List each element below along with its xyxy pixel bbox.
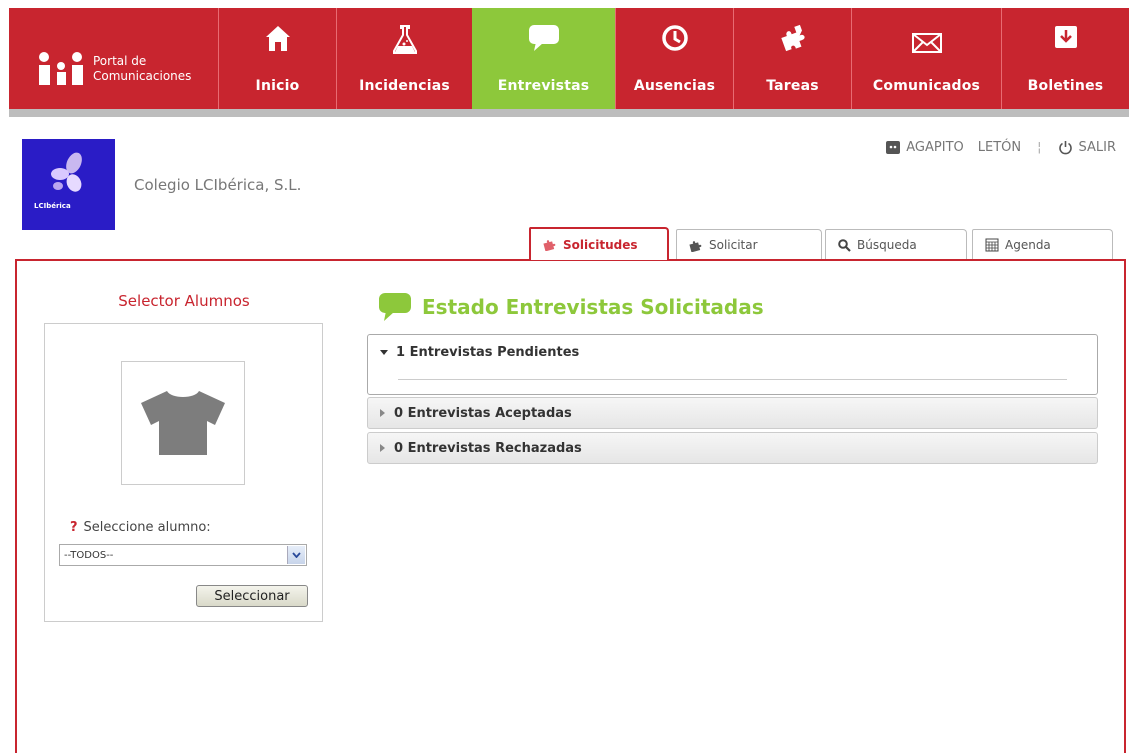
user-icon — [886, 141, 901, 154]
section-title-text: Estado Entrevistas Solicitadas — [422, 295, 764, 319]
nav-incidencias-label: Incidencias — [359, 78, 450, 94]
accordion-rechazadas-label: 0 Entrevistas Rechazadas — [394, 440, 582, 456]
student-photo — [121, 361, 245, 485]
brand-line-2: Comunicaciones — [93, 69, 192, 83]
brand-line-1: Portal de — [93, 54, 147, 68]
portal-logo[interactable]: Portal de Comunicaciones — [9, 8, 219, 109]
nav-tareas-label: Tareas — [766, 78, 819, 94]
nav-inicio[interactable]: Inicio — [219, 8, 337, 109]
tab-busqueda[interactable]: Búsqueda — [825, 229, 967, 260]
accordion-rechazadas[interactable]: 0 Entrevistas Rechazadas — [367, 432, 1098, 464]
nav-boletines-label: Boletines — [1027, 78, 1104, 94]
caret-right-icon — [380, 409, 385, 417]
user-bar: AGAPITO LETÓN ¦ SALIR — [886, 140, 1116, 155]
user-first-name: AGAPITO — [906, 140, 964, 155]
school-logo-text: LCIbérica — [34, 202, 71, 210]
flask-icon — [392, 25, 417, 54]
user-last-name: LETÓN — [977, 140, 1022, 155]
school-logo-icon — [51, 152, 82, 192]
accordion-aceptadas-label: 0 Entrevistas Aceptadas — [394, 405, 572, 421]
clock-icon — [661, 25, 688, 51]
search-icon — [838, 238, 851, 252]
nav-bar: Portal de Comunicaciones Inicio Incidenc… — [9, 8, 1129, 109]
download-icon — [1054, 26, 1077, 48]
help-icon[interactable]: ? — [70, 520, 78, 535]
portal-logo-icon — [39, 52, 83, 85]
accordion-divider — [398, 379, 1067, 380]
accordion-pendientes[interactable]: 1 Entrevistas Pendientes — [367, 334, 1098, 395]
puzzle-icon — [543, 240, 556, 251]
nav-comunicados[interactable]: Comunicados — [852, 8, 1002, 109]
nav-tareas[interactable]: Tareas — [734, 8, 852, 109]
nav-inicio-label: Inicio — [255, 78, 300, 94]
nav-divider — [9, 109, 1129, 117]
nav-entrevistas[interactable]: Entrevistas — [472, 8, 616, 109]
caret-right-icon — [380, 444, 385, 452]
student-select-label: ? Seleccione alumno: — [70, 520, 211, 535]
nav-ausencias[interactable]: Ausencias — [616, 8, 734, 109]
nav-entrevistas-label: Entrevistas — [497, 78, 590, 94]
accordion-aceptadas[interactable]: 0 Entrevistas Aceptadas — [367, 397, 1098, 429]
logout-label: SALIR — [1078, 140, 1117, 155]
puzzle-icon — [689, 240, 702, 252]
tab-busqueda-label: Búsqueda — [857, 238, 917, 252]
tab-solicitar[interactable]: Solicitar — [676, 229, 822, 260]
tshirt-icon — [141, 391, 225, 455]
nav-boletines[interactable]: Boletines — [1002, 8, 1129, 109]
tab-solicitudes-label: Solicitudes — [563, 237, 638, 252]
select-student-button[interactable]: Seleccionar — [196, 585, 308, 607]
nav-incidencias[interactable]: Incidencias — [337, 8, 473, 109]
portal-logo-text: Portal de Comunicaciones — [93, 54, 191, 84]
tab-solicitar-label: Solicitar — [709, 238, 758, 252]
student-select[interactable]: --TODOS-- — [59, 544, 307, 566]
caret-down-icon — [380, 349, 388, 355]
nav-comunicados-label: Comunicados — [872, 78, 981, 94]
school-logo: LCIbérica — [22, 139, 115, 230]
user-bar-separator: ¦ — [1037, 140, 1042, 155]
speech-bubble-icon — [379, 293, 411, 321]
speech-bubble-icon — [528, 25, 559, 51]
logout-link[interactable]: SALIR — [1058, 140, 1117, 155]
puzzle-icon — [780, 24, 805, 52]
accordion-pendientes-label: 1 Entrevistas Pendientes — [396, 345, 580, 360]
nav-ausencias-label: Ausencias — [633, 78, 716, 94]
envelope-icon — [911, 33, 942, 53]
calendar-icon — [985, 238, 999, 252]
power-icon — [1058, 141, 1072, 155]
selector-title: Selector Alumnos — [118, 292, 250, 310]
tab-agenda-label: Agenda — [1005, 238, 1051, 252]
top-navigation: Portal de Comunicaciones Inicio Incidenc… — [0, 0, 1136, 109]
student-select-value: --TODOS-- — [64, 549, 114, 561]
chevron-down-icon[interactable] — [287, 546, 305, 564]
section-title: Estado Entrevistas Solicitadas — [378, 292, 764, 322]
student-select-label-text: Seleccione alumno: — [83, 520, 211, 535]
tab-agenda[interactable]: Agenda — [972, 229, 1113, 260]
school-name: Colegio LCIbérica, S.L. — [134, 176, 302, 194]
home-icon — [265, 26, 290, 51]
tab-solicitudes[interactable]: Solicitudes — [529, 227, 669, 260]
